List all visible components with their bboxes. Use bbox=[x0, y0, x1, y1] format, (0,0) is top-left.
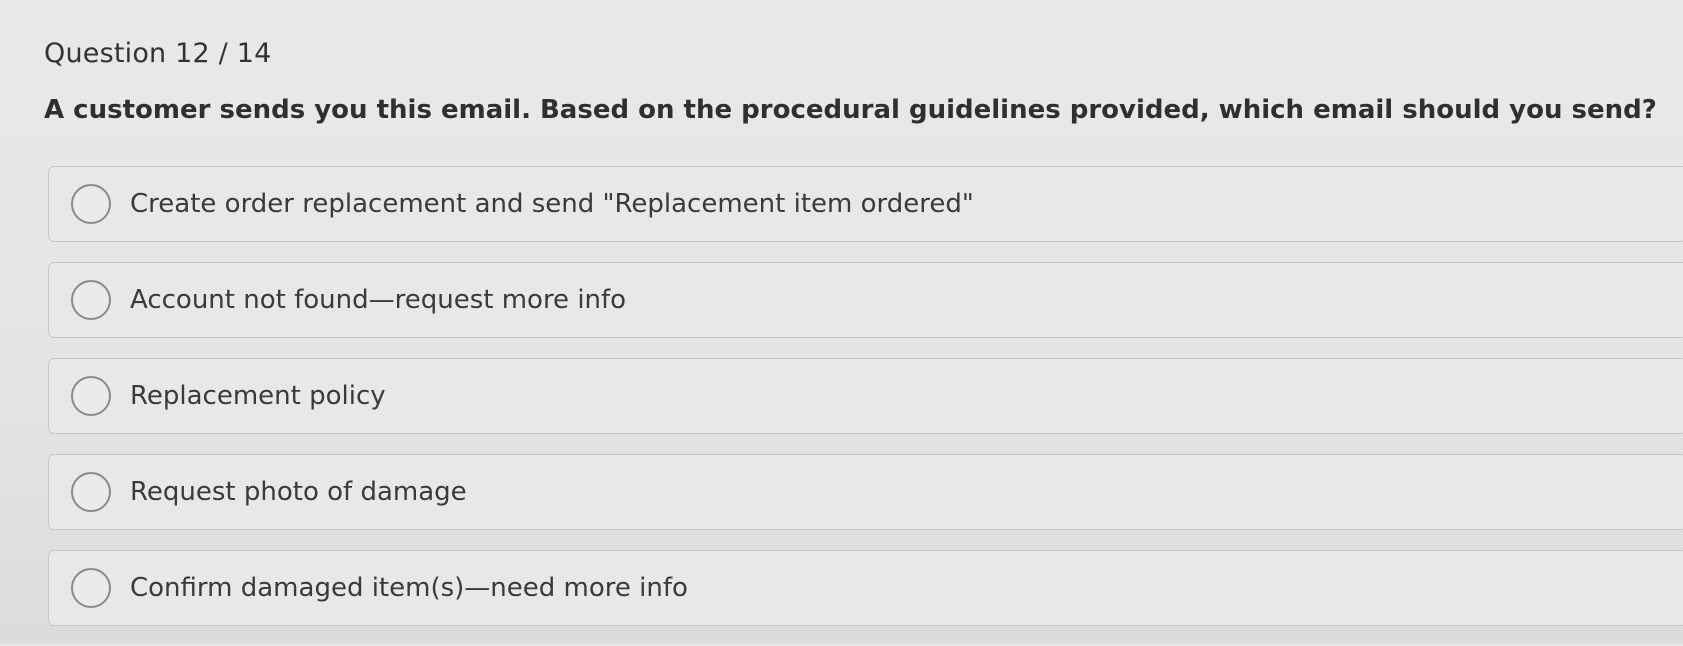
answer-option-4[interactable]: Request photo of damage bbox=[48, 454, 1683, 530]
answer-option-label: Replacement policy bbox=[130, 381, 386, 411]
answer-option-2[interactable]: Account not found—request more info bbox=[48, 262, 1683, 338]
answer-option-3[interactable]: Replacement policy bbox=[48, 358, 1683, 434]
answer-option-label: Confirm damaged item(s)—need more info bbox=[130, 573, 688, 603]
quiz-page: Question 12 / 14 A customer sends you th… bbox=[0, 0, 1683, 644]
answer-option-label: Account not found—request more info bbox=[130, 285, 627, 315]
question-counter: Question 12 / 14 bbox=[44, 38, 272, 69]
answer-option-label: Create order replacement and send "Repla… bbox=[130, 189, 974, 219]
radio-button-icon[interactable] bbox=[71, 472, 111, 512]
radio-button-icon[interactable] bbox=[71, 376, 111, 416]
answer-option-5[interactable]: Confirm damaged item(s)—need more info bbox=[48, 550, 1683, 626]
radio-button-icon[interactable] bbox=[71, 568, 111, 608]
answer-option-label: Request photo of damage bbox=[130, 477, 467, 507]
radio-button-icon[interactable] bbox=[71, 280, 111, 320]
radio-button-icon[interactable] bbox=[71, 184, 111, 224]
question-prompt: A customer sends you this email. Based o… bbox=[44, 95, 1657, 125]
answer-options: Create order replacement and send "Repla… bbox=[48, 166, 1683, 646]
answer-option-1[interactable]: Create order replacement and send "Repla… bbox=[48, 166, 1683, 242]
